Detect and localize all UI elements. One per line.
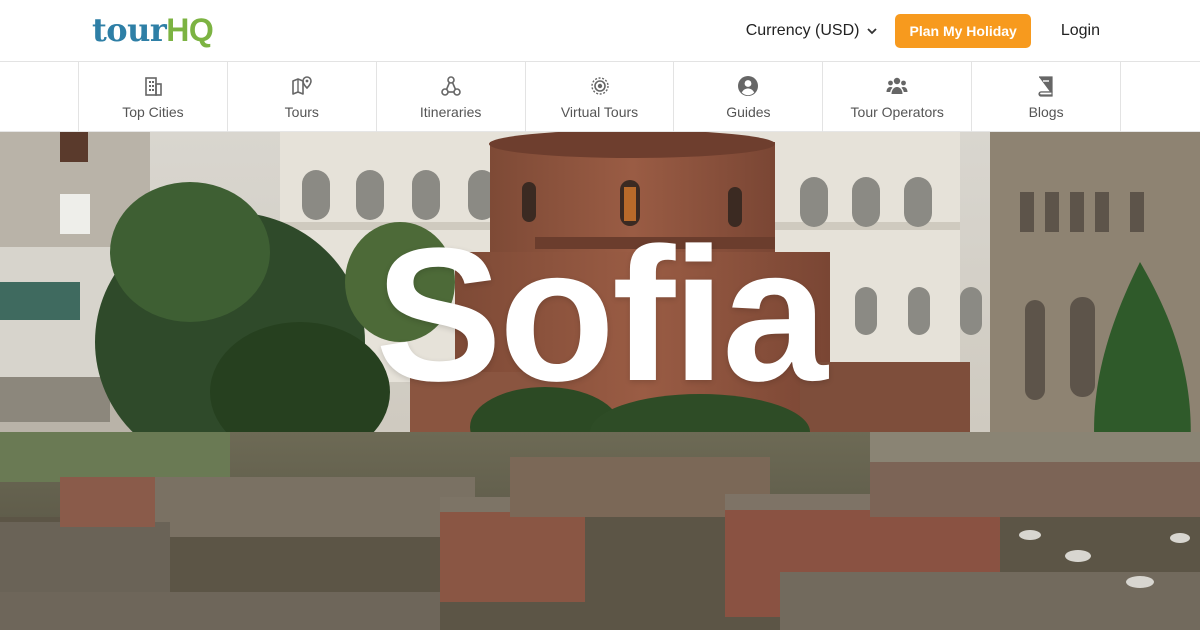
plan-my-holiday-button[interactable]: Plan My Holiday [895, 13, 1031, 48]
map-pin-icon [291, 75, 312, 95]
nav-item-itineraries[interactable]: Itineraries [375, 62, 525, 132]
nav-label: Guides [726, 103, 771, 120]
nav-item-top-cities[interactable]: Top Cities [78, 62, 227, 132]
users-icon [886, 77, 908, 94]
site-header: tourHQ Currency (USD) Plan My Holiday Lo… [0, 0, 1200, 62]
hero-title: Sofia [375, 209, 828, 421]
currency-selector[interactable]: Currency (USD) [746, 22, 878, 40]
nav-label: Tour Operators [850, 103, 944, 120]
user-circle-icon [738, 75, 759, 96]
chevron-down-icon [867, 22, 878, 40]
login-link[interactable]: Login [1061, 22, 1100, 40]
building-icon [145, 76, 162, 96]
nav-label: Top Cities [122, 103, 184, 120]
header-actions: Currency (USD) Plan My Holiday Login [746, 13, 1100, 48]
nav-label: Virtual Tours [560, 103, 639, 120]
nav-item-blogs[interactable]: Blogs [971, 62, 1122, 132]
nav-item-tour-operators[interactable]: Tour Operators [822, 62, 971, 132]
nav-label: Itineraries [419, 103, 482, 120]
book-icon [1038, 75, 1053, 97]
hero-banner: Sofia [0, 132, 1200, 630]
logo-tour: tour [92, 11, 167, 49]
currency-label: Currency (USD) [745, 21, 860, 39]
logo-text: tourHQ [92, 10, 214, 50]
nav-label: Tours [284, 103, 319, 120]
nav-label: Blogs [1028, 103, 1064, 120]
nav-item-tours[interactable]: Tours [226, 62, 376, 132]
nav-item-virtual-tours[interactable]: Virtual Tours [524, 62, 674, 132]
logo-hq: HQ [166, 12, 214, 48]
network-icon [440, 75, 461, 96]
target-icon [590, 76, 609, 95]
site-logo[interactable]: tourHQ [92, 10, 214, 50]
main-nav: Top Cities Tours Itineraries Virtual Tou… [0, 62, 1200, 132]
nav-item-guides[interactable]: Guides [673, 62, 822, 132]
